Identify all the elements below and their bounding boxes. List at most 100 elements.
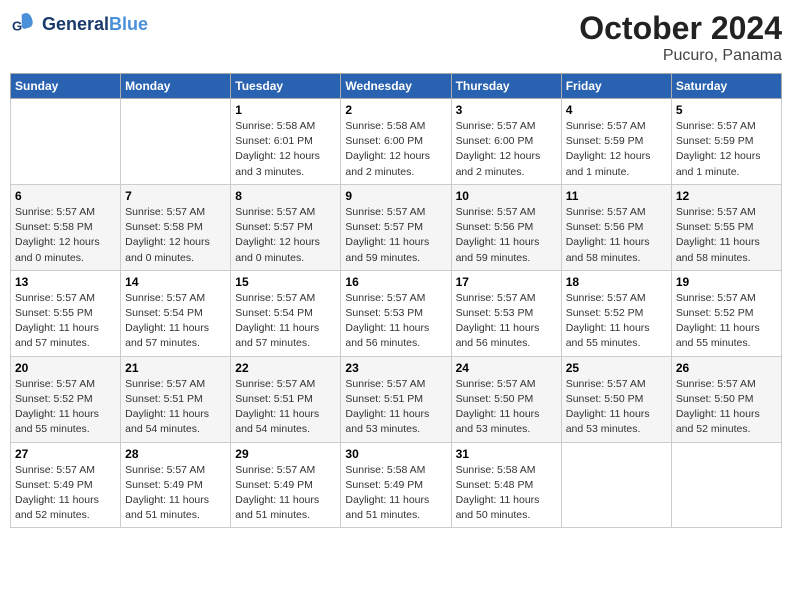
day-number: 8	[235, 189, 336, 203]
table-row: 12Sunrise: 5:57 AMSunset: 5:55 PMDayligh…	[671, 184, 781, 270]
table-row: 5Sunrise: 5:57 AMSunset: 5:59 PMDaylight…	[671, 99, 781, 185]
day-header-monday: Monday	[121, 74, 231, 99]
calendar-week-4: 20 Sunrise: 5:57 AMSunset: 5:52 PMDayligh…	[11, 356, 782, 442]
day-info: Sunrise: 5:57 AMSunset: 5:50 PMDaylight:…	[456, 377, 557, 438]
table-row: 10Sunrise: 5:57 AMSunset: 5:56 PMDayligh…	[451, 184, 561, 270]
day-info: Sunrise: 5:58 AMSunset: 5:48 PMDaylight:…	[456, 463, 557, 524]
table-row: 23 Sunrise: 5:57 AMSunset: 5:51 PMDayligh…	[341, 356, 451, 442]
day-info: Sunrise: 5:57 AMSunset: 5:58 PMDaylight:…	[125, 205, 226, 266]
table-row	[671, 442, 781, 528]
title-area: October 2024 Pucuro, Panama	[579, 10, 782, 65]
table-row: 1 Sunrise: 5:58 AMSunset: 6:01 PMDaylight…	[231, 99, 341, 185]
table-row: 4 Sunrise: 5:57 AMSunset: 5:59 PMDaylight…	[561, 99, 671, 185]
table-row: 29Sunrise: 5:57 AMSunset: 5:49 PMDayligh…	[231, 442, 341, 528]
logo-icon: G	[12, 10, 40, 38]
day-number: 13	[15, 275, 116, 289]
table-row: 27 Sunrise: 5:57 AMSunset: 5:49 PMDayligh…	[11, 442, 121, 528]
table-row: 3 Sunrise: 5:57 AMSunset: 6:00 PMDaylight…	[451, 99, 561, 185]
day-header-sunday: Sunday	[11, 74, 121, 99]
day-info: Sunrise: 5:57 AMSunset: 5:51 PMDaylight:…	[235, 377, 336, 438]
table-row: 2 Sunrise: 5:58 AMSunset: 6:00 PMDaylight…	[341, 99, 451, 185]
day-number: 19	[676, 275, 777, 289]
day-info: Sunrise: 5:57 AMSunset: 5:53 PMDaylight:…	[456, 291, 557, 352]
day-info: Sunrise: 5:57 AMSunset: 5:52 PMDaylight:…	[15, 377, 116, 438]
logo: G GeneralBlue	[10, 10, 148, 38]
day-info: Sunrise: 5:57 AMSunset: 5:52 PMDaylight:…	[566, 291, 667, 352]
day-number: 5	[676, 103, 777, 117]
day-info: Sunrise: 5:58 AMSunset: 6:00 PMDaylight:…	[345, 119, 446, 180]
day-number: 15	[235, 275, 336, 289]
day-number: 23	[345, 361, 446, 375]
table-row: 19 Sunrise: 5:57 AMSunset: 5:52 PMDayligh…	[671, 270, 781, 356]
calendar-week-3: 13 Sunrise: 5:57 AMSunset: 5:55 PMDayligh…	[11, 270, 782, 356]
table-row: 26 Sunrise: 5:57 AMSunset: 5:50 PMDayligh…	[671, 356, 781, 442]
table-row: 8 Sunrise: 5:57 AMSunset: 5:57 PMDaylight…	[231, 184, 341, 270]
day-number: 28	[125, 447, 226, 461]
table-row: 30 Sunrise: 5:58 AMSunset: 5:49 PMDayligh…	[341, 442, 451, 528]
header: G GeneralBlue October 2024 Pucuro, Panam…	[10, 10, 782, 65]
day-info: Sunrise: 5:57 AMSunset: 5:50 PMDaylight:…	[676, 377, 777, 438]
table-row: 21 Sunrise: 5:57 AMSunset: 5:51 PMDayligh…	[121, 356, 231, 442]
day-number: 1	[235, 103, 336, 117]
table-row: 18 Sunrise: 5:57 AMSunset: 5:52 PMDayligh…	[561, 270, 671, 356]
day-number: 27	[15, 447, 116, 461]
day-info: Sunrise: 5:57 AMSunset: 5:51 PMDaylight:…	[345, 377, 446, 438]
day-info: Sunrise: 5:57 AMSunset: 5:51 PMDaylight:…	[125, 377, 226, 438]
day-info: Sunrise: 5:57 AMSunset: 5:49 PMDaylight:…	[15, 463, 116, 524]
day-number: 12	[676, 189, 777, 203]
day-header-tuesday: Tuesday	[231, 74, 341, 99]
day-number: 30	[345, 447, 446, 461]
day-number: 2	[345, 103, 446, 117]
day-info: Sunrise: 5:58 AMSunset: 5:49 PMDaylight:…	[345, 463, 446, 524]
logo-general-text: General	[42, 14, 109, 34]
day-info: Sunrise: 5:58 AMSunset: 6:01 PMDaylight:…	[235, 119, 336, 180]
day-number: 11	[566, 189, 667, 203]
day-info: Sunrise: 5:57 AMSunset: 5:55 PMDaylight:…	[15, 291, 116, 352]
day-number: 21	[125, 361, 226, 375]
table-row: 14Sunrise: 5:57 AMSunset: 5:54 PMDayligh…	[121, 270, 231, 356]
table-row: 11 Sunrise: 5:57 AMSunset: 5:56 PMDayligh…	[561, 184, 671, 270]
table-row: 25Sunrise: 5:57 AMSunset: 5:50 PMDayligh…	[561, 356, 671, 442]
day-number: 16	[345, 275, 446, 289]
day-number: 3	[456, 103, 557, 117]
table-row: 7 Sunrise: 5:57 AMSunset: 5:58 PMDaylight…	[121, 184, 231, 270]
table-row: 22Sunrise: 5:57 AMSunset: 5:51 PMDayligh…	[231, 356, 341, 442]
table-row: 6 Sunrise: 5:57 AMSunset: 5:58 PMDaylight…	[11, 184, 121, 270]
day-info: Sunrise: 5:57 AMSunset: 5:54 PMDaylight:…	[235, 291, 336, 352]
table-row	[121, 99, 231, 185]
day-number: 14	[125, 275, 226, 289]
logo-blue-text: Blue	[109, 14, 148, 34]
day-info: Sunrise: 5:57 AMSunset: 5:52 PMDaylight:…	[676, 291, 777, 352]
calendar-week-2: 6 Sunrise: 5:57 AMSunset: 5:58 PMDaylight…	[11, 184, 782, 270]
header-row: SundayMondayTuesdayWednesdayThursdayFrid…	[11, 74, 782, 99]
day-number: 24	[456, 361, 557, 375]
day-info: Sunrise: 5:57 AMSunset: 5:59 PMDaylight:…	[566, 119, 667, 180]
day-number: 29	[235, 447, 336, 461]
day-number: 6	[15, 189, 116, 203]
calendar-table: SundayMondayTuesdayWednesdayThursdayFrid…	[10, 73, 782, 528]
table-row	[561, 442, 671, 528]
day-number: 20	[15, 361, 116, 375]
calendar-week-1: 1 Sunrise: 5:58 AMSunset: 6:01 PMDaylight…	[11, 99, 782, 185]
calendar-week-5: 27 Sunrise: 5:57 AMSunset: 5:49 PMDayligh…	[11, 442, 782, 528]
day-number: 7	[125, 189, 226, 203]
table-row: 24 Sunrise: 5:57 AMSunset: 5:50 PMDayligh…	[451, 356, 561, 442]
table-row: 20 Sunrise: 5:57 AMSunset: 5:52 PMDayligh…	[11, 356, 121, 442]
day-info: Sunrise: 5:57 AMSunset: 5:57 PMDaylight:…	[345, 205, 446, 266]
svg-text:G: G	[12, 19, 22, 34]
day-info: Sunrise: 5:57 AMSunset: 5:49 PMDaylight:…	[125, 463, 226, 524]
day-info: Sunrise: 5:57 AMSunset: 6:00 PMDaylight:…	[456, 119, 557, 180]
day-info: Sunrise: 5:57 AMSunset: 5:57 PMDaylight:…	[235, 205, 336, 266]
month-title: October 2024	[579, 10, 782, 47]
day-number: 17	[456, 275, 557, 289]
day-number: 31	[456, 447, 557, 461]
day-info: Sunrise: 5:57 AMSunset: 5:56 PMDaylight:…	[456, 205, 557, 266]
day-number: 4	[566, 103, 667, 117]
table-row	[11, 99, 121, 185]
day-number: 26	[676, 361, 777, 375]
day-info: Sunrise: 5:57 AMSunset: 5:56 PMDaylight:…	[566, 205, 667, 266]
day-info: Sunrise: 5:57 AMSunset: 5:50 PMDaylight:…	[566, 377, 667, 438]
day-number: 18	[566, 275, 667, 289]
table-row: 9Sunrise: 5:57 AMSunset: 5:57 PMDaylight…	[341, 184, 451, 270]
day-info: Sunrise: 5:57 AMSunset: 5:58 PMDaylight:…	[15, 205, 116, 266]
